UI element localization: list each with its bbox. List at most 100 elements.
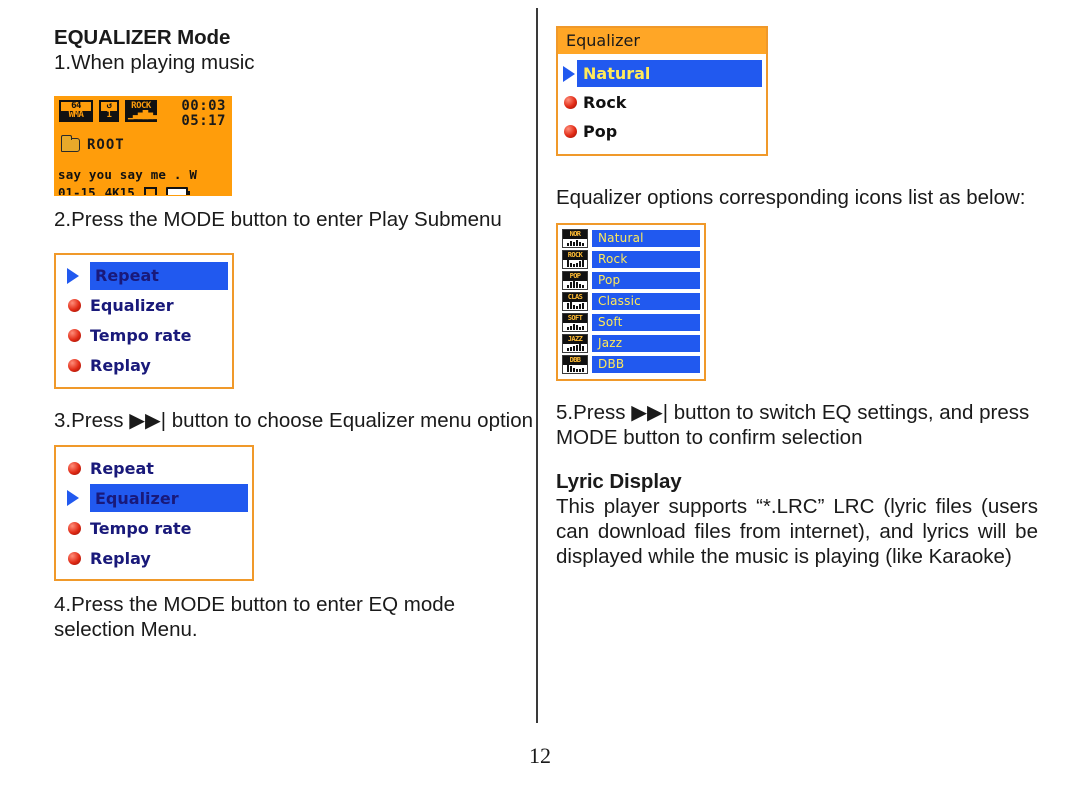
format-value: WMA xyxy=(61,110,91,120)
menu-item-label: Repeat xyxy=(90,458,154,478)
step-3-text: 3.Press ▶▶| button to choose Equalizer m… xyxy=(54,408,534,432)
eq-icon-bars xyxy=(563,280,587,289)
step-1-text: 1.When playing music xyxy=(54,51,255,74)
eq-icon-tag: POP xyxy=(563,271,587,281)
legend-label: Jazz xyxy=(598,336,623,351)
selection-caret-icon xyxy=(66,267,81,284)
eq-icon-bars xyxy=(563,301,587,310)
eq-icon-soft: SOFT xyxy=(562,312,588,332)
page-number: 12 xyxy=(529,743,551,768)
eq-option-label: Natural xyxy=(583,64,651,83)
bitrate-format-badge-icon: 64 WMA xyxy=(59,99,93,122)
menu-item-tempo-rate[interactable]: Tempo rate xyxy=(62,321,228,351)
bullet-icon xyxy=(68,521,81,535)
play-submenu-screenshot-2: Repeat Equalizer Tempo rate Replay xyxy=(54,445,254,582)
bullet-icon xyxy=(68,329,81,343)
eq-icon-bars xyxy=(563,259,587,268)
bullet-icon xyxy=(562,96,577,109)
battery-icon xyxy=(165,186,190,195)
menu-item-label: Equalizer xyxy=(95,488,179,508)
legend-row: DBB DBB xyxy=(562,354,700,375)
menu-item-label: Tempo rate xyxy=(90,326,192,346)
menu-item-label: Replay xyxy=(90,356,151,376)
lyric-display-body: This player supports “*.LRC” LRC (lyric … xyxy=(556,495,1038,568)
equalizer-popup-title: Equalizer xyxy=(558,28,766,54)
eq-icon-classic: CLAS xyxy=(562,291,588,311)
eq-option-label: Pop xyxy=(583,122,618,141)
menu-item-label: Replay xyxy=(90,548,151,568)
volume-level: 4K15 xyxy=(104,184,135,196)
eq-icon-tag: SOFT xyxy=(563,313,587,323)
equalizer-popup-list: Natural Rock Pop xyxy=(558,54,766,154)
legend-row: CLAS Classic xyxy=(562,291,700,312)
play-submenu-screenshot-1: Repeat Equalizer Tempo rate Replay xyxy=(54,252,234,389)
menu-item-tempo-rate[interactable]: Tempo rate xyxy=(62,513,248,543)
legend-label: Natural xyxy=(598,231,644,246)
bullet-icon xyxy=(68,359,81,373)
manual-page: EQUALIZER Mode 1.When playing music 64 W… xyxy=(0,0,1080,785)
eq-icon-bars xyxy=(563,364,587,373)
legend-row: ROCK Rock xyxy=(562,249,700,270)
eq-option-rock[interactable]: Rock xyxy=(562,88,762,117)
step-4-text: 4.Press the MODE button to enter EQ mode… xyxy=(54,593,456,642)
step-5-text: 5.Press ▶▶| button to switch EQ settings… xyxy=(556,400,1030,449)
right-column: Equalizer Natural Rock Pop Equalizer opt… xyxy=(556,26,1038,570)
menu-item-repeat[interactable]: Repeat xyxy=(62,261,228,291)
eq-icon-natural: NOR xyxy=(562,228,588,248)
menu-item-label: Tempo rate xyxy=(90,518,192,538)
legend-row: JAZZ Jazz xyxy=(562,333,700,354)
eq-icon-tag: ROCK xyxy=(563,250,587,260)
menu-item-replay[interactable]: Replay xyxy=(62,543,248,573)
eq-icon-dbb: DBB xyxy=(562,354,588,374)
eq-icon-pop: POP xyxy=(562,270,588,290)
lcd-now-playing-screenshot: 64 WMA ↺ 1 ROCK ▁▃▅▇▅▃ 00:03 05:17 ROOT xyxy=(54,95,232,196)
lcd-bottom-status: 01-15 4K15 xyxy=(58,184,228,196)
legend-row: POP Pop xyxy=(562,270,700,291)
eq-icon-bars xyxy=(563,322,587,331)
lcd-folder-row: ROOT xyxy=(61,134,125,153)
bullet-icon xyxy=(68,551,81,565)
folder-icon xyxy=(61,134,80,152)
left-column: EQUALIZER Mode 1.When playing music 64 W… xyxy=(54,26,536,643)
legend-label: DBB xyxy=(598,357,625,372)
lcd-time-readout: 00:03 05:17 xyxy=(181,98,226,130)
total-time: 05:17 xyxy=(181,113,226,130)
menu-item-repeat[interactable]: Repeat xyxy=(62,453,248,483)
legend-row: SOFT Soft xyxy=(562,312,700,333)
eq-icon-bars xyxy=(563,238,587,247)
repeat-mode-badge-icon: ↺ 1 xyxy=(99,99,119,122)
legend-label: Pop xyxy=(598,273,621,288)
eq-option-pop[interactable]: Pop xyxy=(562,117,762,146)
column-divider xyxy=(536,8,538,723)
speaker-icon xyxy=(143,186,157,195)
menu-item-label: Repeat xyxy=(95,266,159,286)
lcd-status-icons: 64 WMA ↺ 1 ROCK ▁▃▅▇▅▃ xyxy=(59,99,158,134)
menu-item-replay[interactable]: Replay xyxy=(62,351,228,381)
eq-icon-legend-screenshot: NOR Natural ROCK Rock POP Pop CLAS Class… xyxy=(556,222,706,381)
bullet-icon xyxy=(68,299,81,313)
bullet-icon xyxy=(562,125,577,138)
eq-icon-tag: JAZZ xyxy=(563,334,587,344)
eq-mode-badge-icon: ROCK ▁▃▅▇▅▃ xyxy=(125,99,158,122)
eq-icon-tag: NOR xyxy=(563,229,587,239)
track-title: say you say me . W xyxy=(58,166,198,182)
menu-item-equalizer[interactable]: Equalizer xyxy=(62,291,228,321)
legend-label: Classic xyxy=(598,294,641,309)
folder-name: ROOT xyxy=(87,136,125,153)
eq-option-natural[interactable]: Natural xyxy=(562,59,762,88)
legend-label: Rock xyxy=(598,252,628,267)
menu-item-label: Equalizer xyxy=(90,296,174,316)
selection-caret-icon xyxy=(562,65,577,82)
icons-intro-text: Equalizer options corresponding icons li… xyxy=(556,186,1026,209)
eq-icon-tag: CLAS xyxy=(563,292,587,302)
repeat-count: 1 xyxy=(101,110,117,120)
legend-label: Soft xyxy=(598,315,623,330)
eq-mode-bars: ▁▃▅▇▅▃ xyxy=(127,109,158,120)
eq-option-label: Rock xyxy=(583,93,627,112)
eq-icon-bars xyxy=(563,343,587,352)
bullet-icon xyxy=(68,461,81,475)
step-2-text: 2.Press the MODE button to enter Play Su… xyxy=(54,207,502,231)
lyric-display-heading: Lyric Display xyxy=(556,470,682,494)
menu-item-equalizer[interactable]: Equalizer xyxy=(62,483,248,513)
eq-icon-tag: DBB xyxy=(563,355,587,365)
